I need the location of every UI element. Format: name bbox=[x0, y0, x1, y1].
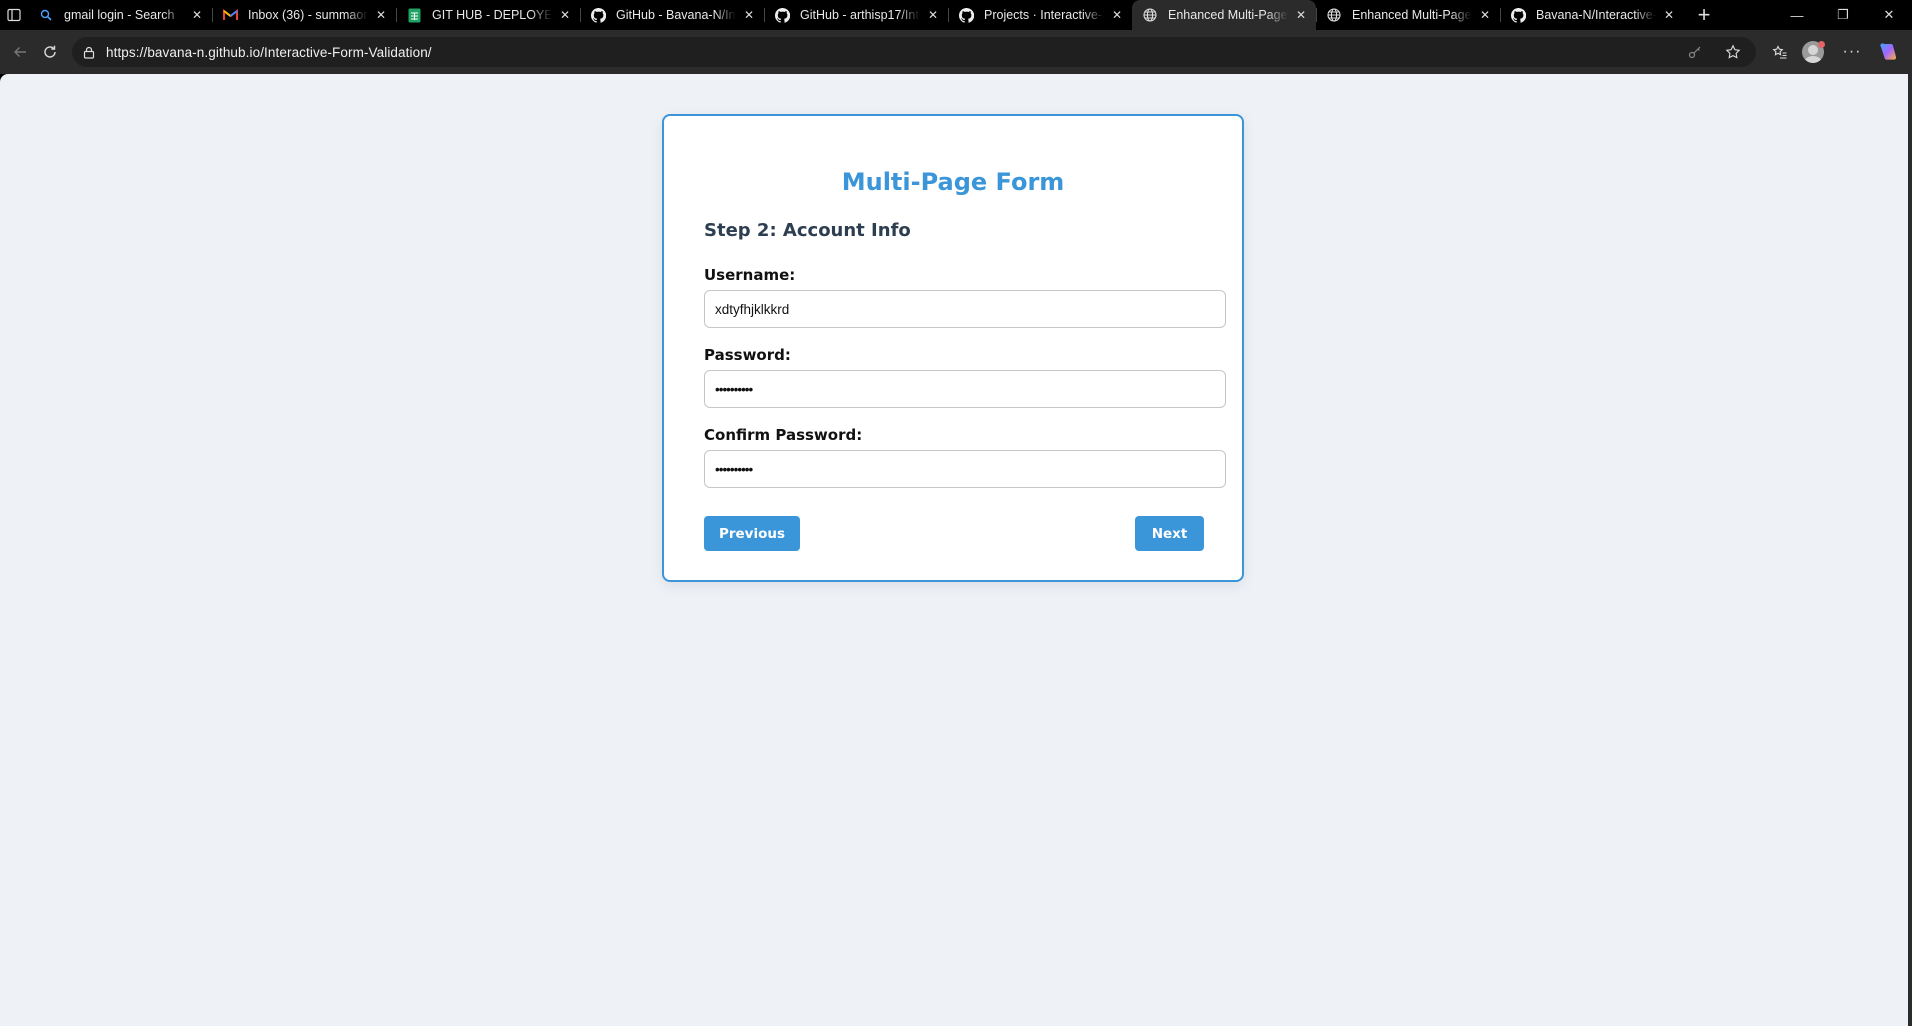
close-tab-icon[interactable]: ✕ bbox=[924, 6, 942, 24]
tab-actions-icon bbox=[7, 8, 21, 22]
confirm-password-input[interactable] bbox=[704, 450, 1226, 488]
github-icon bbox=[1510, 7, 1526, 23]
globe-icon bbox=[1326, 7, 1342, 23]
favorites-star-list-icon bbox=[1772, 45, 1787, 59]
address-bar-actions bbox=[1678, 37, 1750, 67]
tab-title: GitHub - arthisp17/Inte bbox=[800, 8, 920, 22]
github-icon bbox=[590, 7, 606, 23]
toolbar-right-actions: ··· bbox=[1762, 34, 1906, 70]
close-window-button[interactable]: ✕ bbox=[1866, 0, 1912, 30]
tab-title: GitHub - Bavana-N/Inte bbox=[616, 8, 736, 22]
password-key-button[interactable] bbox=[1678, 37, 1712, 67]
settings-more-button[interactable]: ··· bbox=[1834, 34, 1870, 70]
browser-tab[interactable]: Enhanced Multi-Page F ✕ bbox=[1132, 0, 1316, 30]
search-icon bbox=[38, 7, 54, 23]
more-dots-icon: ··· bbox=[1842, 43, 1862, 60]
previous-button[interactable]: Previous bbox=[704, 516, 800, 551]
refresh-icon bbox=[44, 45, 56, 58]
username-input[interactable] bbox=[704, 290, 1226, 328]
username-label: Username: bbox=[704, 266, 796, 284]
tab-title: Bavana-N/Interactive-F bbox=[1536, 8, 1656, 22]
refresh-button[interactable] bbox=[32, 34, 68, 70]
next-button[interactable]: Next bbox=[1135, 516, 1204, 551]
address-bar[interactable]: https://bavana-n.github.io/Interactive-F… bbox=[72, 37, 1756, 67]
browser-tab[interactable]: Projects · Interactive-Fo ✕ bbox=[948, 0, 1132, 30]
globe-icon bbox=[1142, 7, 1158, 23]
close-tab-icon[interactable]: ✕ bbox=[1660, 6, 1678, 24]
close-tab-icon[interactable]: ✕ bbox=[188, 6, 206, 24]
tab-title: Inbox (36) - summaoru bbox=[248, 8, 368, 22]
window-edge bbox=[1908, 74, 1912, 1026]
sheets-icon bbox=[406, 7, 422, 23]
multi-page-form-card: Multi-Page Form Step 2: Account Info Use… bbox=[662, 114, 1244, 582]
form-title: Multi-Page Form bbox=[841, 168, 1065, 196]
minimize-button[interactable]: — bbox=[1774, 0, 1820, 30]
tab-strip: gmail login - Search ✕ Inbox (36) - summao… bbox=[0, 0, 1912, 30]
star-icon bbox=[1725, 44, 1741, 59]
copilot-button[interactable] bbox=[1870, 34, 1906, 70]
copilot-icon bbox=[1880, 43, 1897, 60]
favorites-button[interactable] bbox=[1762, 34, 1798, 70]
close-tab-icon[interactable]: ✕ bbox=[372, 6, 390, 24]
close-tab-icon[interactable]: ✕ bbox=[556, 6, 574, 24]
browser-toolbar: https://bavana-n.github.io/Interactive-F… bbox=[0, 30, 1912, 74]
github-icon bbox=[958, 7, 974, 23]
confirm-password-label: Confirm Password: bbox=[704, 426, 863, 444]
browser-tab[interactable]: GIT HUB - DEPLOYED L ✕ bbox=[396, 0, 580, 30]
close-tab-icon[interactable]: ✕ bbox=[1476, 6, 1494, 24]
tab-title: GIT HUB - DEPLOYED L bbox=[432, 8, 552, 22]
url-text[interactable]: https://bavana-n.github.io/Interactive-F… bbox=[106, 45, 432, 60]
tab-title: Enhanced Multi-Page F bbox=[1352, 8, 1472, 22]
profile-notification-dot bbox=[1817, 40, 1825, 48]
step-heading: Step 2: Account Info bbox=[704, 220, 911, 241]
new-tab-button[interactable]: + bbox=[1688, 0, 1720, 30]
back-arrow-icon bbox=[14, 47, 26, 57]
key-icon bbox=[1688, 46, 1701, 59]
page-viewport: Multi-Page Form Step 2: Account Info Use… bbox=[0, 74, 1908, 1026]
gmail-icon bbox=[222, 7, 238, 23]
password-label: Password: bbox=[704, 346, 791, 364]
site-info-lock-icon[interactable] bbox=[72, 46, 106, 59]
tab-title: Enhanced Multi-Page F bbox=[1168, 8, 1288, 22]
close-tab-icon[interactable]: ✕ bbox=[740, 6, 758, 24]
restore-button[interactable]: ❐ bbox=[1820, 0, 1866, 30]
tab-title: gmail login - Search bbox=[64, 8, 175, 22]
browser-tab[interactable]: Inbox (36) - summaoru ✕ bbox=[212, 0, 396, 30]
window-controls: — ❐ ✕ bbox=[1774, 0, 1912, 30]
close-tab-icon[interactable]: ✕ bbox=[1108, 6, 1126, 24]
tab-list: gmail login - Search ✕ Inbox (36) - summao… bbox=[28, 0, 1684, 30]
tab-actions-menu-button[interactable] bbox=[0, 0, 28, 30]
add-favorite-button[interactable] bbox=[1716, 37, 1750, 67]
browser-tab[interactable]: Enhanced Multi-Page F ✕ bbox=[1316, 0, 1500, 30]
browser-tab[interactable]: Bavana-N/Interactive-F ✕ bbox=[1500, 0, 1684, 30]
profile-button[interactable] bbox=[1798, 34, 1834, 70]
browser-tab[interactable]: gmail login - Search ✕ bbox=[28, 0, 212, 30]
close-tab-icon[interactable]: ✕ bbox=[1292, 6, 1310, 24]
tab-title: Projects · Interactive-Fo bbox=[984, 8, 1104, 22]
browser-tab[interactable]: GitHub - arthisp17/Inte ✕ bbox=[764, 0, 948, 30]
github-icon bbox=[774, 7, 790, 23]
password-input[interactable] bbox=[704, 370, 1226, 408]
browser-tab[interactable]: GitHub - Bavana-N/Inte ✕ bbox=[580, 0, 764, 30]
